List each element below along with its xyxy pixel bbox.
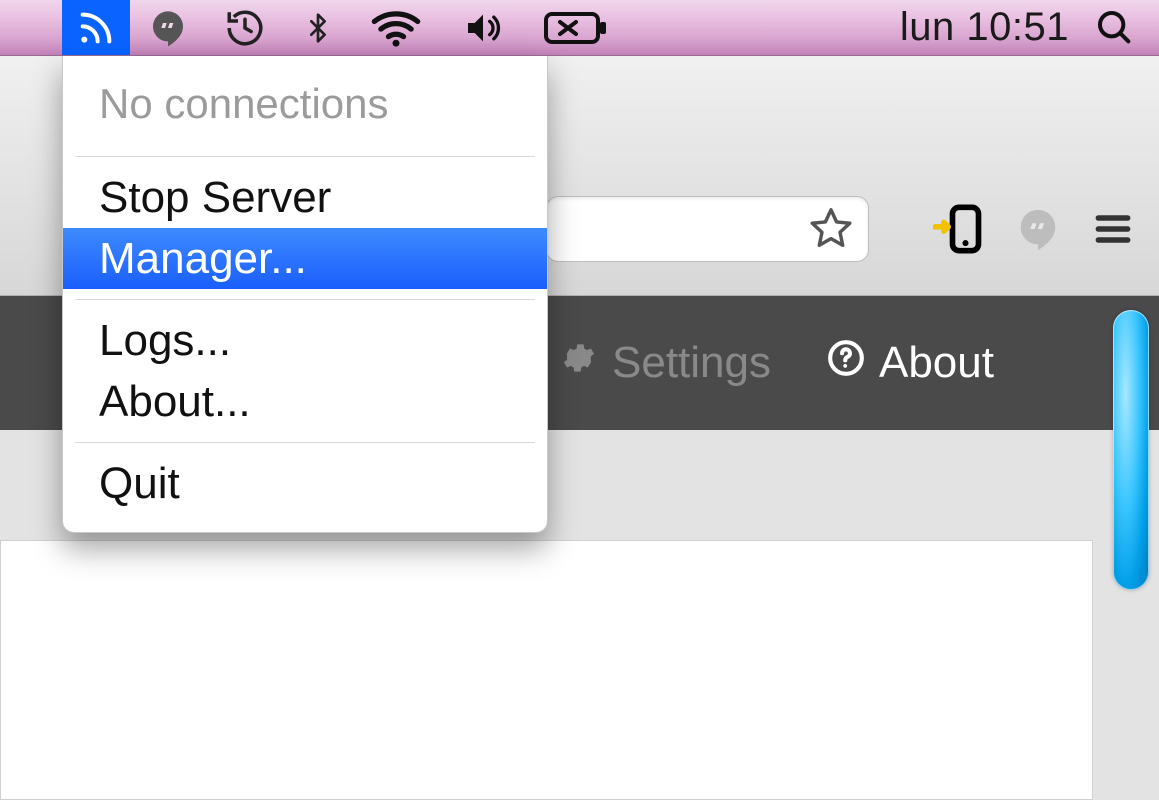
bluetooth-icon bbox=[302, 6, 334, 50]
menubar-battery[interactable] bbox=[526, 0, 626, 55]
divider bbox=[75, 299, 535, 300]
menubar-bluetooth[interactable] bbox=[284, 0, 352, 55]
address-bar[interactable] bbox=[546, 196, 869, 262]
hangouts-ext-icon[interactable] bbox=[1015, 206, 1061, 252]
star-icon[interactable] bbox=[808, 206, 854, 252]
wifi-icon bbox=[370, 8, 422, 48]
menubar-dropdown: No connections Stop Server Manager... Lo… bbox=[62, 56, 548, 533]
menu-stop-server[interactable]: Stop Server bbox=[63, 167, 547, 228]
divider bbox=[75, 442, 535, 443]
menubar-volume[interactable] bbox=[440, 0, 526, 55]
hangouts-icon bbox=[148, 8, 188, 48]
volume-icon bbox=[458, 8, 508, 48]
browser-toolbar bbox=[933, 194, 1135, 264]
timemachine-icon bbox=[224, 7, 266, 49]
rss-icon bbox=[76, 8, 116, 48]
menubar-tray bbox=[62, 0, 626, 55]
gear-icon bbox=[560, 338, 598, 388]
menubar-right: lun 10:51 bbox=[900, 5, 1135, 50]
phone-push-icon[interactable] bbox=[933, 203, 985, 255]
nav-settings-label: Settings bbox=[612, 338, 771, 388]
menubar-hangouts[interactable] bbox=[130, 0, 206, 55]
spotlight-icon[interactable] bbox=[1095, 8, 1135, 48]
scrollbar-thumb[interactable] bbox=[1113, 310, 1149, 590]
nav-about-label: About bbox=[879, 338, 994, 388]
hamburger-menu-icon[interactable] bbox=[1091, 207, 1135, 251]
menu-quit[interactable]: Quit bbox=[63, 453, 547, 514]
question-icon bbox=[827, 338, 865, 388]
menubar-timemachine[interactable] bbox=[206, 0, 284, 55]
divider bbox=[75, 156, 535, 157]
menubar-clock[interactable]: lun 10:51 bbox=[900, 5, 1069, 50]
nav-about[interactable]: About bbox=[827, 338, 994, 388]
menubar-wifi[interactable] bbox=[352, 0, 440, 55]
nav-settings[interactable]: Settings bbox=[560, 338, 771, 388]
dropdown-header: No connections bbox=[63, 72, 547, 146]
menu-manager[interactable]: Manager... bbox=[63, 228, 547, 289]
menu-about[interactable]: About... bbox=[63, 371, 547, 432]
battery-icon bbox=[544, 11, 608, 45]
menu-logs[interactable]: Logs... bbox=[63, 310, 547, 371]
scrollbar[interactable] bbox=[1113, 310, 1149, 590]
macos-menubar: lun 10:51 bbox=[0, 0, 1159, 56]
menubar-rss-app[interactable] bbox=[62, 0, 130, 55]
content-panel bbox=[0, 540, 1093, 800]
